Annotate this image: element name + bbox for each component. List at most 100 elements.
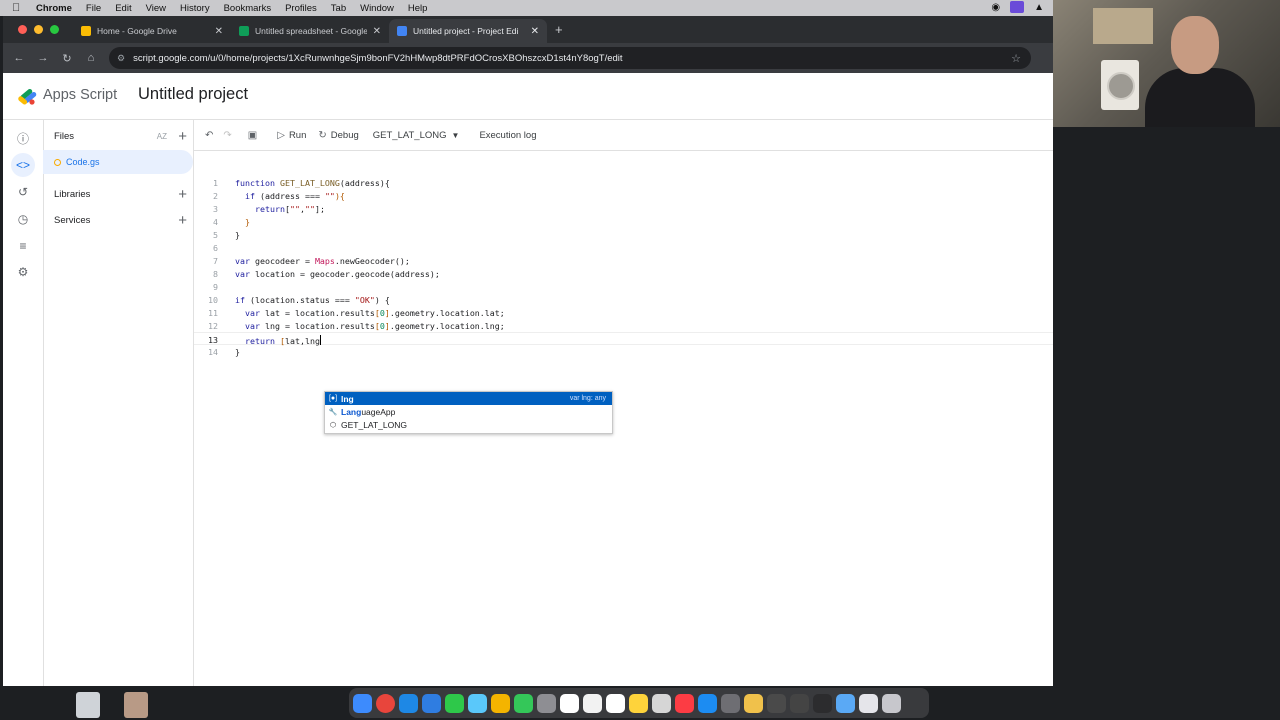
dock-window-thumbnail[interactable] (76, 692, 100, 718)
services-label: Services (54, 214, 91, 226)
menu-bookmarks[interactable]: Bookmarks (224, 3, 272, 14)
utility-app-icon[interactable] (744, 693, 763, 713)
function-icon: ⬡ (329, 421, 337, 429)
bookmark-star-icon[interactable]: ☆ (1011, 52, 1021, 65)
forward-icon[interactable]: → (31, 52, 55, 64)
minimize-window-icon[interactable] (34, 25, 43, 34)
menu-history[interactable]: History (180, 3, 210, 14)
apple-icon[interactable]:  (12, 2, 26, 14)
site-info-icon[interactable]: ⚙ (117, 53, 125, 64)
reminders-icon[interactable] (606, 693, 625, 713)
add-library-icon[interactable]: + (178, 186, 187, 203)
safari-icon[interactable] (422, 693, 441, 713)
code-line: 3 return["",""]; (194, 202, 1053, 215)
trash-icon[interactable] (882, 693, 901, 713)
notes-icon[interactable] (629, 693, 648, 713)
music-icon[interactable] (675, 693, 694, 713)
menu-profiles[interactable]: Profiles (285, 3, 317, 14)
calculator-icon[interactable] (790, 693, 809, 713)
function-select[interactable]: GET_LAT_LONG ▼ (373, 130, 460, 141)
line-number: 8 (213, 269, 218, 279)
facetime-icon[interactable] (514, 693, 533, 713)
keynote-icon[interactable] (767, 693, 786, 713)
run-label: Run (288, 129, 307, 141)
status-cloud-icon[interactable]: ◉ (991, 2, 1000, 13)
line-number: 6 (213, 243, 218, 253)
address-bar[interactable]: ⚙ script.google.com/u/0/home/projects/1X… (109, 47, 1031, 69)
debug-button[interactable]: ↻ Debug (318, 130, 358, 141)
browser-window: Home - Google Drive ✕ Untitled spreadshe… (3, 16, 1053, 686)
tab-google-drive[interactable]: Home - Google Drive ✕ (73, 19, 231, 43)
run-button[interactable]: ▷ Run (277, 130, 306, 141)
zoom-window-icon[interactable] (50, 25, 59, 34)
triggers-alarm-icon[interactable]: ◷ (14, 210, 32, 228)
chrome-icon[interactable] (376, 693, 395, 713)
freeform-icon[interactable] (652, 693, 671, 713)
editor-code-icon[interactable]: <> (11, 153, 35, 177)
suggestion-item[interactable]: ⬡ GET_LAT_LONG (325, 418, 612, 431)
sort-az-icon[interactable]: AZ (157, 132, 167, 141)
close-tab-icon[interactable]: ✕ (373, 26, 381, 37)
contacts-icon[interactable] (583, 693, 602, 713)
status-triangle-icon[interactable]: ▲ (1034, 2, 1044, 13)
suggestion-detail: var lng: any (569, 395, 606, 402)
close-window-icon[interactable] (18, 25, 27, 34)
menu-tab[interactable]: Tab (331, 3, 346, 14)
menu-edit[interactable]: Edit (115, 3, 131, 14)
downloads-folder-icon[interactable] (836, 693, 855, 713)
save-icon[interactable]: ▣ (248, 130, 261, 141)
app-name[interactable]: Apps Script (43, 87, 117, 103)
system-preferences-icon[interactable] (721, 693, 740, 713)
menu-file[interactable]: File (86, 3, 101, 14)
suggestion-item[interactable]: 🔧 LanguageApp (325, 405, 612, 418)
close-tab-icon[interactable]: ✕ (531, 26, 539, 37)
redo-icon[interactable]: ↷ (223, 130, 235, 141)
tab-project-editor[interactable]: Untitled project - Project Edi ✕ (389, 19, 547, 43)
status-app-icon[interactable] (1010, 1, 1025, 13)
new-tab-icon[interactable]: + (555, 22, 563, 37)
overview-info-icon[interactable]: ⓘ (14, 129, 32, 147)
maps-icon[interactable] (468, 693, 487, 713)
app-store-icon[interactable] (698, 693, 717, 713)
debug-label: Debug (330, 129, 359, 141)
reload-icon[interactable]: ↻ (55, 52, 79, 65)
tab-spreadsheet[interactable]: Untitled spreadsheet - Google ✕ (231, 19, 389, 43)
activity-monitor-icon[interactable] (813, 693, 832, 713)
history-icon[interactable]: ↺ (14, 183, 32, 201)
mail-icon[interactable] (399, 693, 418, 713)
apps-script-logo-icon[interactable] (17, 86, 39, 106)
menu-view[interactable]: View (146, 3, 166, 14)
libraries-label: Libraries (54, 188, 91, 200)
menu-help[interactable]: Help (408, 3, 428, 14)
add-file-icon[interactable]: + (178, 128, 187, 145)
file-code-gs[interactable]: Code.gs (43, 150, 193, 174)
undo-icon[interactable]: ↶ (205, 130, 217, 141)
line-number: 9 (213, 282, 218, 292)
dock-window-thumbnail[interactable] (124, 692, 148, 718)
finder-icon[interactable] (353, 693, 372, 713)
project-title[interactable]: Untitled project (138, 85, 248, 104)
menu-app-name[interactable]: Chrome (36, 3, 72, 14)
executions-list-icon[interactable]: ≡ (14, 237, 32, 255)
execution-log-button[interactable]: Execution log (479, 130, 536, 141)
suggestion-item[interactable]: [●] lng var lng: any (325, 392, 612, 405)
photos-icon[interactable] (491, 693, 510, 713)
settings-app-icon[interactable] (537, 693, 556, 713)
code-editor[interactable]: 1 function GET_LAT_LONG(address){ 2 if (a… (194, 151, 1053, 686)
documents-stack-icon[interactable] (859, 693, 878, 713)
close-tab-icon[interactable]: ✕ (215, 26, 223, 37)
back-icon[interactable]: ← (7, 52, 31, 64)
messages-icon[interactable] (445, 693, 464, 713)
code-line: 9 (194, 280, 1053, 293)
menu-window[interactable]: Window (360, 3, 394, 14)
current-code-line: 13 return [lat,lng (194, 332, 1053, 346)
settings-gear-icon[interactable]: ⚙ (14, 263, 32, 281)
text-cursor (319, 335, 321, 345)
add-service-icon[interactable]: + (178, 212, 187, 229)
home-icon[interactable]: ⌂ (79, 52, 103, 64)
code-line: 6 (194, 241, 1053, 254)
wrench-icon: 🔧 (328, 408, 338, 416)
drive-favicon-icon (81, 26, 91, 36)
code-line: 12 var lng = location.results[0].geometr… (194, 319, 1053, 332)
calendar-icon[interactable] (560, 693, 579, 713)
